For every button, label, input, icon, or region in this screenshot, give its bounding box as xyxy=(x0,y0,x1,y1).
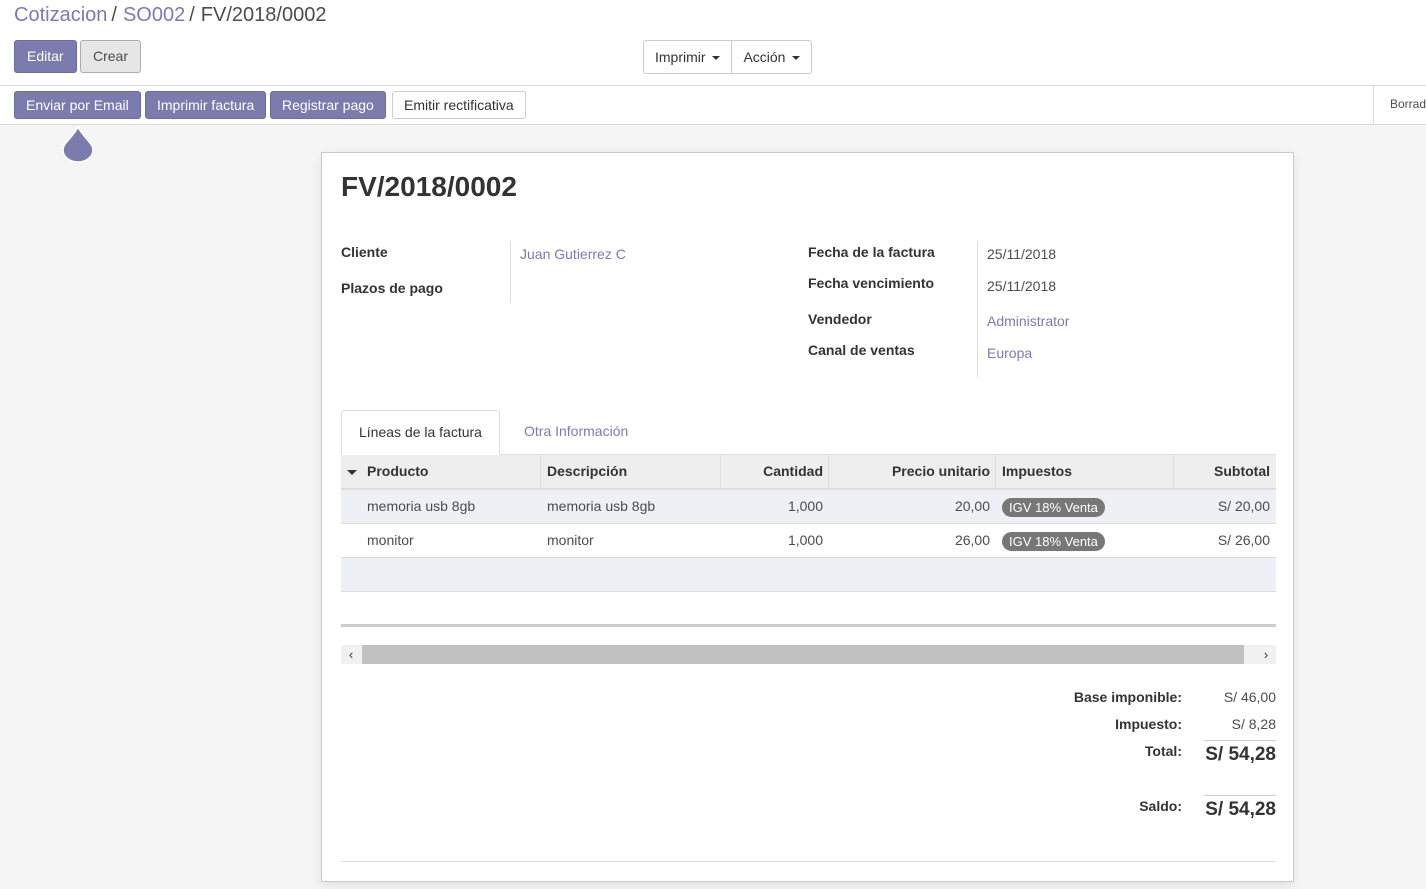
caret-down-icon xyxy=(792,56,801,61)
send-email-button[interactable]: Enviar por Email xyxy=(14,91,141,119)
credit-note-button[interactable]: Emitir rectificativa xyxy=(392,91,526,119)
column-header-unit-price[interactable]: Precio unitario xyxy=(829,455,990,488)
salesperson-field[interactable]: Administrator xyxy=(987,313,1069,329)
cell-product: memoria usb 8gb xyxy=(367,498,476,514)
field-divider xyxy=(977,241,978,377)
cell-taxes: IGV 18% Venta xyxy=(1002,524,1105,557)
caret-down-icon[interactable] xyxy=(347,470,357,475)
print-dropdown-label: Imprimir xyxy=(655,49,706,65)
cell-unit-price: 20,00 xyxy=(954,498,990,514)
customer-field[interactable]: Juan Gutierrez C xyxy=(520,246,626,262)
cell-unit-price: 26,00 xyxy=(954,532,990,548)
print-dropdown[interactable]: Imprimir xyxy=(644,41,731,73)
sales-channel-field[interactable]: Europa xyxy=(987,345,1032,361)
form-sheet: FV/2018/0002 Cliente Plazos de pago Juan… xyxy=(321,152,1294,882)
sheet-bottom-divider xyxy=(341,861,1276,862)
horizontal-scrollbar[interactable]: ‹ › xyxy=(341,645,1276,664)
column-header-subtotal[interactable]: Subtotal xyxy=(1174,455,1270,488)
register-payment-button[interactable]: Registrar pago xyxy=(270,91,386,119)
invoice-number: FV/2018/0002 xyxy=(341,171,517,202)
breadcrumb-separator: / xyxy=(189,4,195,26)
column-header-product[interactable]: Producto xyxy=(367,455,428,488)
invoice-date-field[interactable]: 25/11/2018 xyxy=(987,246,1056,262)
chevron-left-icon[interactable]: ‹ xyxy=(341,645,361,664)
breadcrumb-current: FV/2018/0002 xyxy=(200,4,327,26)
column-divider xyxy=(540,455,541,488)
print-invoice-button[interactable]: Imprimir factura xyxy=(145,91,267,119)
column-divider xyxy=(995,455,996,488)
due-date-field[interactable]: 25/11/2018 xyxy=(987,278,1056,294)
cell-description: memoria usb 8gb xyxy=(547,498,656,514)
salesperson-label: Vendedor xyxy=(808,311,872,327)
column-header-taxes[interactable]: Impuestos xyxy=(1002,455,1072,488)
cell-taxes: IGV 18% Venta xyxy=(1002,490,1105,523)
balance-divider xyxy=(1204,795,1276,796)
total-divider xyxy=(1204,740,1276,741)
cell-description: monitor xyxy=(547,532,594,548)
balance-label: Saldo: xyxy=(1139,798,1182,814)
table-row[interactable]: memoria usb 8gb memoria usb 8gb 1,000 20… xyxy=(341,490,1276,524)
column-header-quantity[interactable]: Cantidad xyxy=(721,455,823,488)
table-header: Producto Descripción Cantidad Precio uni… xyxy=(341,455,1276,490)
statusbar: Enviar por Email Imprimir factura Regist… xyxy=(0,86,1426,125)
tip-drop-icon xyxy=(62,126,94,162)
breadcrumb-item-cotizacion[interactable]: Cotizacion xyxy=(14,4,107,26)
tax-badge: IGV 18% Venta xyxy=(1002,531,1105,551)
breadcrumb: Cotizacion / SO002/FV/2018/0002 xyxy=(14,4,326,27)
cell-quantity: 1,000 xyxy=(787,532,823,548)
state-draft[interactable]: Borrad xyxy=(1390,97,1426,111)
breadcrumb-item-so002[interactable]: SO002 xyxy=(123,4,185,26)
action-dropdown-label: Acción xyxy=(743,49,786,65)
field-divider xyxy=(510,241,511,303)
invoice-lines-table: Producto Descripción Cantidad Precio uni… xyxy=(341,455,1276,592)
statusbar-divider xyxy=(1373,86,1374,124)
create-button[interactable]: Crear xyxy=(80,40,142,73)
sales-channel-label: Canal de ventas xyxy=(808,342,915,358)
total-label: Total: xyxy=(1144,743,1182,759)
column-header-description[interactable]: Descripción xyxy=(547,455,627,488)
tab-other-info[interactable]: Otra Información xyxy=(507,410,645,455)
base-amount-label: Base imponible: xyxy=(1073,689,1182,705)
table-footer xyxy=(341,624,1276,627)
action-dropdown[interactable]: Acción xyxy=(731,41,811,73)
base-amount-value: S/ 46,00 xyxy=(1223,689,1276,705)
scrollbar-thumb[interactable] xyxy=(362,645,1244,664)
cell-subtotal: S/ 20,00 xyxy=(1217,498,1270,514)
cell-subtotal: S/ 26,00 xyxy=(1217,532,1270,548)
invoice-date-label: Fecha de la factura xyxy=(808,244,935,260)
total-value: S/ 54,28 xyxy=(1205,744,1276,765)
cell-product: monitor xyxy=(367,532,414,548)
tax-amount-label: Impuesto: xyxy=(1115,716,1182,732)
control-panel: Cotizacion / SO002/FV/2018/0002 Editar Cre… xyxy=(0,0,1426,86)
balance-value: S/ 54,28 xyxy=(1205,799,1276,820)
sidebar-actions: Imprimir Acción xyxy=(643,40,813,74)
customer-label: Cliente xyxy=(341,244,388,260)
table-row-empty[interactable] xyxy=(341,558,1276,592)
tax-badge: IGV 18% Venta xyxy=(1002,497,1105,517)
table-row[interactable]: monitor monitor 1,000 26,00 IGV 18% Vent… xyxy=(341,524,1276,558)
tab-invoice-lines[interactable]: Líneas de la factura xyxy=(341,410,500,455)
caret-down-icon xyxy=(712,56,721,61)
edit-button[interactable]: Editar xyxy=(14,40,77,73)
cell-quantity: 1,000 xyxy=(787,498,823,514)
chevron-right-icon[interactable]: › xyxy=(1256,645,1276,664)
tax-amount-value: S/ 8,28 xyxy=(1231,716,1276,732)
due-date-label: Fecha vencimiento xyxy=(808,275,935,291)
payment-terms-label: Plazos de pago xyxy=(341,280,443,296)
breadcrumb-separator: / xyxy=(111,4,117,26)
